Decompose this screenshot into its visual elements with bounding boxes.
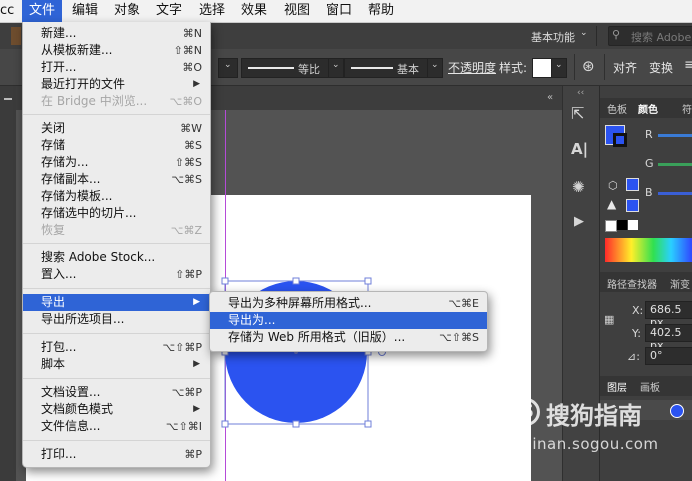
tab-color[interactable]: 颜色 (638, 101, 658, 116)
tab-pathfinder[interactable]: 路径查找器 (607, 276, 657, 291)
channel-b-label: B (645, 186, 653, 199)
gamut-cube-icon[interactable]: ⬡ (608, 179, 618, 192)
resize-handle[interactable] (292, 277, 300, 285)
channel-g-label: G (645, 157, 654, 170)
websafe-swatch[interactable] (626, 199, 639, 212)
submenu-arrow-icon: ▶ (193, 297, 200, 307)
angle-field[interactable]: 0° (645, 347, 692, 365)
color-panel-tabs: 色板 颜色 符 (600, 98, 692, 118)
menu-item-save-for-web[interactable]: 存储为 Web 所用格式（旧版）... ⌥⇧⌘S (210, 329, 487, 346)
white-swatch[interactable] (628, 220, 638, 230)
menu-separator (23, 440, 210, 441)
channel-b-slider[interactable] (658, 192, 692, 195)
menu-item-package[interactable]: 打包... ⌥⇧⌘P (23, 339, 210, 356)
menu-item-save[interactable]: 存储 ⌘S (23, 137, 210, 154)
x-field[interactable]: 686.5 px (645, 301, 692, 329)
watermark: S 搜狗指南 zhinan.sogou.com (512, 396, 692, 456)
menu-item-export[interactable]: 导出 ▶ (23, 294, 210, 311)
menu-item-browse-in-bridge[interactable]: 在 Bridge 中浏览... ⌥⌘O (23, 93, 210, 110)
file-menu: 新建... ⌘N 从模板新建... ⇧⌘N 打开... ⌘O 最近打开的文件 ▶ 在 B… (22, 22, 211, 468)
export-icon[interactable]: ⇱ (571, 104, 584, 123)
tab-swatches[interactable]: 色板 (607, 101, 627, 116)
export-submenu: 导出为多种屏幕所用格式... ⌥⌘E 导出为... 存储为 Web 所用格式（旧版… (209, 291, 488, 352)
collapse-icon[interactable]: ‹‹ (577, 88, 584, 98)
submenu-arrow-icon: ▶ (193, 79, 200, 89)
transform-panel-tabs: 路径查找器 渐变 (600, 272, 692, 292)
x-label: X: (632, 304, 644, 317)
resize-handle[interactable] (364, 277, 372, 285)
menu-item-search-adobe-stock[interactable]: 搜索 Adobe Stock... (23, 249, 210, 266)
channel-r-slider[interactable] (658, 134, 692, 137)
menu-separator (23, 243, 210, 244)
none-swatch[interactable] (605, 220, 617, 232)
menu-item-new-from-template[interactable]: 从模板新建... ⇧⌘N (23, 42, 210, 59)
resize-handle[interactable] (364, 420, 372, 428)
angle-label: ⊿: (627, 350, 640, 363)
menu-separator (23, 378, 210, 379)
stroke-swatch[interactable] (613, 133, 627, 147)
channel-r-label: R (645, 128, 653, 141)
actions-play-icon[interactable]: ▶ (574, 214, 584, 229)
warning-icon[interactable]: ▲ (607, 197, 616, 211)
black-swatch[interactable] (617, 220, 627, 230)
y-label: Y: (632, 327, 641, 340)
menu-item-open[interactable]: 打开... ⌘O (23, 59, 210, 76)
y-field[interactable]: 402.5 px (645, 324, 692, 352)
tab-gradient[interactable]: 渐变 (670, 276, 690, 291)
watermark-brand: 搜狗指南 (546, 402, 642, 430)
menu-item-scripts[interactable]: 脚本 ▶ (23, 356, 210, 373)
submenu-arrow-icon: ▶ (193, 404, 200, 414)
menu-item-file-info[interactable]: 文件信息... ⌥⇧⌘I (23, 418, 210, 435)
gamut-swatch[interactable] (626, 178, 639, 191)
menu-item-close[interactable]: 关闭 ⌘W (23, 120, 210, 137)
tab-artboards[interactable]: 画板 (640, 379, 660, 394)
reference-point-icon[interactable]: ▦ (604, 313, 614, 326)
menu-separator (23, 288, 210, 289)
color-spectrum[interactable] (605, 238, 692, 262)
resize-handle[interactable] (221, 277, 229, 285)
character-icon[interactable]: A| (571, 140, 588, 158)
menu-item-export-for-screens[interactable]: 导出为多种屏幕所用格式... ⌥⌘E (210, 295, 487, 312)
menu-separator (23, 114, 210, 115)
menu-item-export-selection[interactable]: 导出所选项目... (23, 311, 210, 328)
menu-item-print[interactable]: 打印... ⌘P (23, 446, 210, 463)
menu-item-save-as[interactable]: 存储为... ⇧⌘S (23, 154, 210, 171)
angle-value: 0° (650, 349, 663, 362)
sogou-logo-icon: S (512, 398, 540, 426)
menu-item-open-recent[interactable]: 最近打开的文件 ▶ (23, 76, 210, 93)
tab-symbols[interactable]: 符 (682, 101, 692, 116)
menu-item-revert[interactable]: 恢复 ⌥⌘Z (23, 222, 210, 239)
menu-item-export-as[interactable]: 导出为... (210, 312, 487, 329)
channel-g-slider[interactable] (658, 163, 692, 166)
menu-item-document-setup[interactable]: 文档设置... ⌥⌘P (23, 384, 210, 401)
appearance-icon[interactable]: ✺ (572, 178, 585, 196)
tab-layers[interactable]: 图层 (607, 379, 627, 394)
layers-panel-tabs: 图层 画板 (600, 376, 692, 396)
submenu-arrow-icon: ▶ (193, 359, 200, 369)
menu-item-save-copy[interactable]: 存储副本... ⌥⌘S (23, 171, 210, 188)
menu-item-document-color-mode[interactable]: 文档颜色模式 ▶ (23, 401, 210, 418)
menu-item-new[interactable]: 新建... ⌘N (23, 25, 210, 42)
menu-separator (23, 333, 210, 334)
menu-item-place[interactable]: 置入... ⇧⌘P (23, 266, 210, 283)
resize-handle[interactable] (292, 420, 300, 428)
menu-item-save-slices[interactable]: 存储选中的切片... (23, 205, 210, 222)
watermark-url: zhinan.sogou.com (514, 435, 659, 453)
menu-item-save-as-template[interactable]: 存储为模板... (23, 188, 210, 205)
resize-handle[interactable] (221, 420, 229, 428)
